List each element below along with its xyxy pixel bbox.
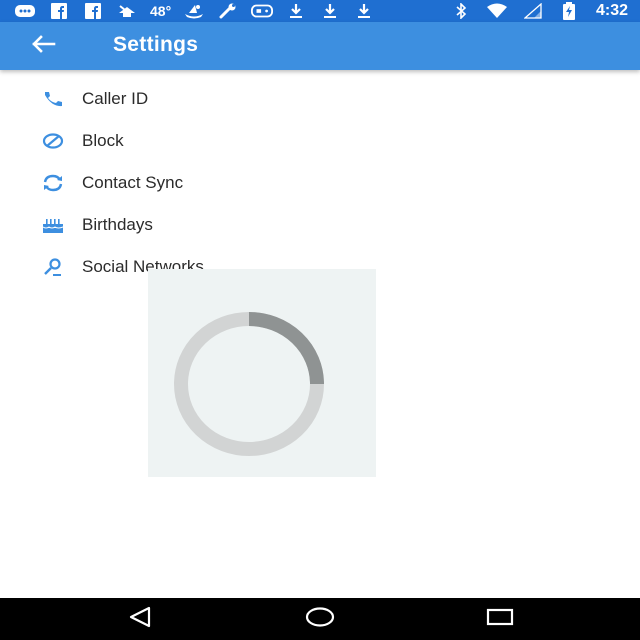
status-bar-system: 4:32 (450, 0, 628, 22)
nav-recents-button[interactable] (480, 607, 520, 631)
download-icon (353, 3, 375, 19)
arrow-left-icon (30, 34, 56, 59)
gamepad-icon (251, 3, 274, 19)
toolbar: Settings (0, 22, 640, 70)
weather-icon (116, 3, 138, 19)
settings-item-caller-id[interactable]: Caller ID (0, 78, 640, 120)
signal-icon (522, 3, 544, 19)
back-button[interactable] (28, 32, 58, 60)
status-bar-notifications: 48° (14, 0, 375, 22)
settings-item-label: Birthdays (82, 215, 153, 234)
page-title: Settings (113, 33, 199, 56)
navigation-bar (0, 598, 640, 640)
battery-charging-icon (558, 2, 580, 20)
home-circle-icon (305, 606, 335, 633)
facebook-icon (82, 3, 104, 19)
facebook-icon (48, 3, 70, 19)
cake-icon (40, 215, 66, 235)
wifi-icon (486, 3, 508, 19)
message-icon (14, 3, 36, 19)
boat-icon (183, 3, 205, 19)
person-search-icon (40, 257, 66, 277)
nav-home-button[interactable] (300, 606, 340, 633)
settings-item-label: Caller ID (82, 89, 149, 108)
settings-item-label: Block (82, 131, 124, 150)
status-bar: 48° 4:32 (0, 0, 640, 22)
download-icon (285, 3, 307, 19)
settings-item-block[interactable]: Block (0, 120, 640, 162)
settings-item-birthdays[interactable]: Birthdays (0, 204, 640, 246)
recents-square-icon (486, 607, 514, 632)
nav-back-button[interactable] (120, 606, 160, 633)
settings-list: Caller ID Block Contact Sync Birthdays S… (0, 78, 640, 288)
block-icon (40, 131, 66, 151)
settings-item-contact-sync[interactable]: Contact Sync (0, 162, 640, 204)
wrench-icon (217, 3, 239, 19)
bluetooth-icon (450, 3, 472, 19)
back-triangle-icon (127, 606, 153, 633)
settings-item-label: Contact Sync (82, 173, 184, 192)
progress-spinner (174, 312, 324, 456)
loading-overlay (148, 269, 376, 477)
clock: 4:32 (595, 2, 628, 19)
phone-icon (40, 89, 66, 109)
download-icon (319, 3, 341, 19)
sync-icon (40, 173, 66, 193)
temperature-label: 48° (150, 3, 172, 19)
